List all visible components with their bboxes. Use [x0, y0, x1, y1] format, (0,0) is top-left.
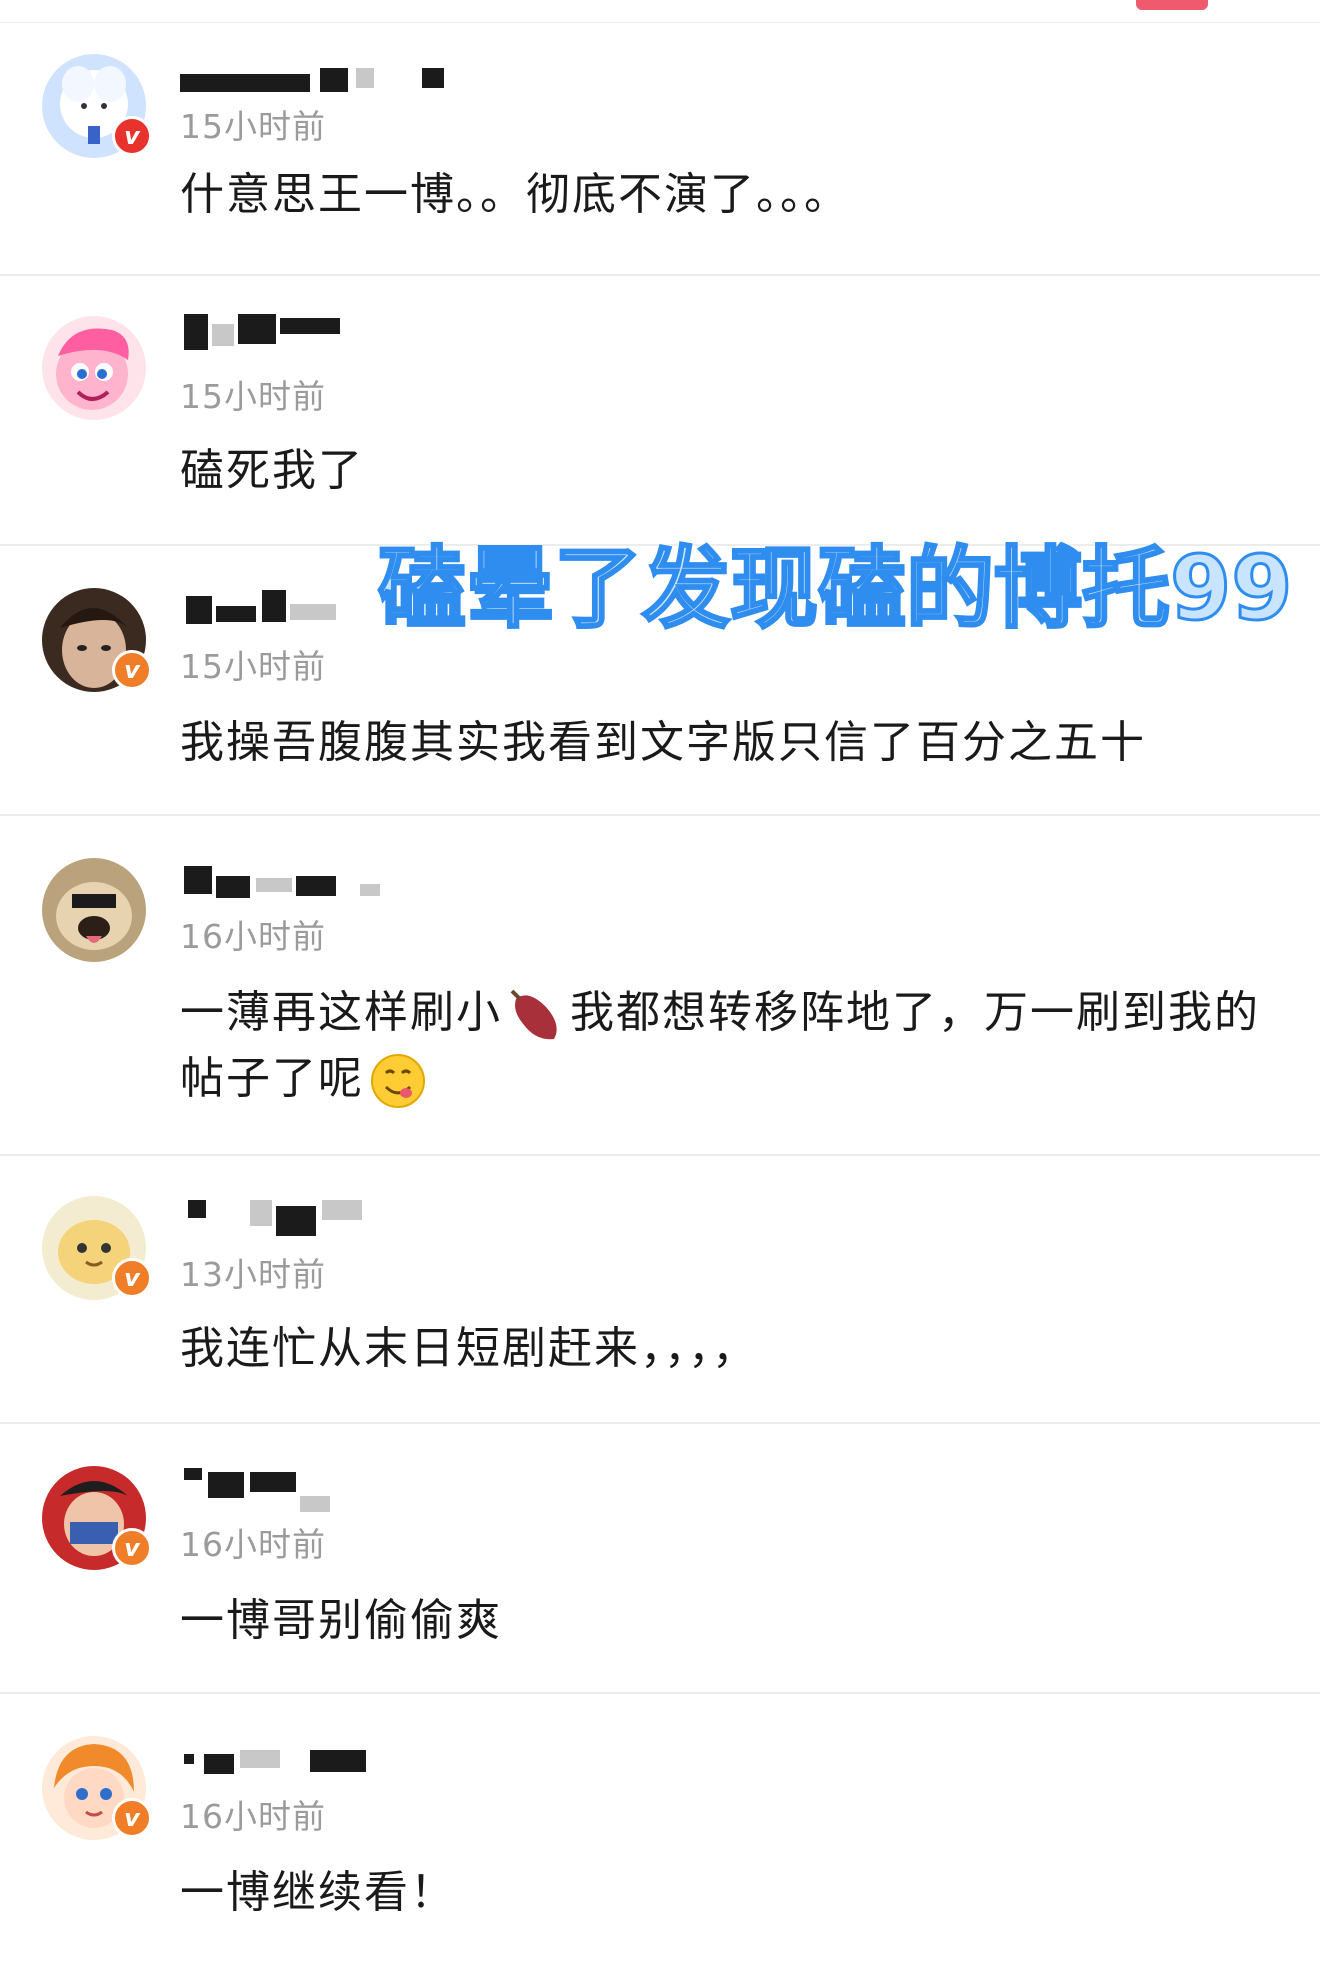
verified-badge-icon: v: [112, 1528, 152, 1568]
verified-badge-icon: v: [112, 1258, 152, 1298]
comment-text-part: 一薄再这样刷小: [180, 987, 502, 1038]
avatar[interactable]: v: [42, 1736, 152, 1840]
username-redacted[interactable]: [180, 314, 400, 354]
username-redacted[interactable]: [180, 590, 400, 630]
comment-item[interactable]: 15小时前 磕死我了: [0, 276, 1320, 546]
comment-item[interactable]: v 13小时前 我连忙从末日短剧赶来，，，，: [0, 1156, 1320, 1424]
comment-text: 什意思王一博。。彻底不演了。。。: [180, 169, 850, 220]
comment-text: 我操吾腹腹其实我看到文字版只信了百分之五十: [180, 717, 1146, 768]
comment-text: 我连忙从末日短剧赶来，，，，: [180, 1323, 758, 1374]
avatar[interactable]: [42, 858, 146, 962]
comment-time: 15小时前: [180, 107, 326, 146]
comment-text: 一博继续看！: [180, 1867, 456, 1918]
comment-item[interactable]: v 16小时前 一博继续看！: [0, 1694, 1320, 1966]
comment-text: 一薄再这样刷小 我都想转移阵地了，万一刷到我的帖子了呢: [180, 980, 1260, 1112]
comment-time: 16小时前: [180, 1525, 326, 1564]
comment-item[interactable]: v 16小时前 一博哥别偷偷爽: [0, 1424, 1320, 1694]
comment-item[interactable]: v 15小时前 什意思王一博。。彻底不演了。。。: [0, 24, 1320, 276]
yum-face-emoji-icon: [368, 1051, 428, 1111]
avatar[interactable]: v: [42, 54, 152, 158]
comment-time: 15小时前: [180, 647, 326, 686]
overlay-caption: 磕晕了发现磕的博托99: [376, 536, 1293, 642]
username-redacted[interactable]: [180, 60, 444, 100]
comment-time: 16小时前: [180, 917, 326, 956]
username-redacted[interactable]: [180, 860, 400, 900]
avatar[interactable]: v: [42, 588, 152, 692]
top-tab-bar: [0, 0, 1320, 23]
username-redacted[interactable]: [180, 1196, 400, 1236]
comment-time: 15小时前: [180, 377, 326, 416]
verified-badge-icon: v: [112, 1798, 152, 1838]
verified-badge-icon: v: [112, 650, 152, 690]
comment-text: 磕死我了: [180, 445, 364, 496]
username-redacted[interactable]: [180, 1466, 400, 1512]
username-redacted[interactable]: [180, 1740, 400, 1780]
verified-badge-icon: v: [112, 116, 152, 156]
active-tab-indicator: [1136, 0, 1208, 10]
comment-text: 一博哥别偷偷爽: [180, 1595, 502, 1646]
comment-time: 13小时前: [180, 1255, 326, 1294]
sweet-potato-emoji-icon: [506, 985, 566, 1045]
avatar[interactable]: v: [42, 1196, 152, 1300]
avatar[interactable]: [42, 316, 146, 420]
avatar[interactable]: v: [42, 1466, 152, 1570]
comment-item[interactable]: 16小时前 一薄再这样刷小 我都想转移阵地了，万一刷到我的帖子了呢: [0, 816, 1320, 1156]
comment-time: 16小时前: [180, 1797, 326, 1836]
